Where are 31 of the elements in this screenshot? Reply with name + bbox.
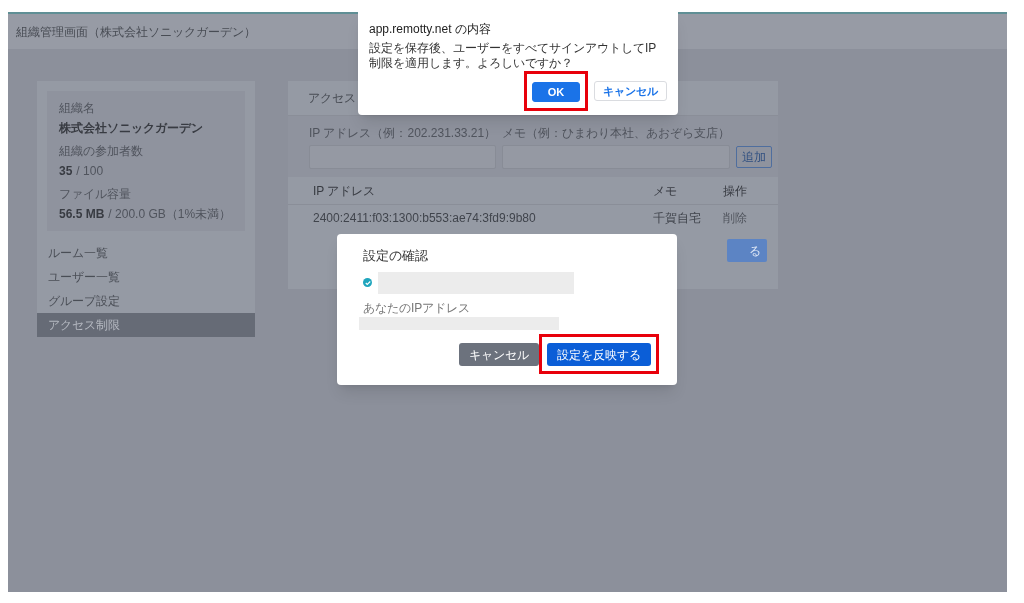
members-limit: / 100: [76, 163, 104, 180]
field-label: メモ（例：ひまわり本社、あおぞら支店）: [502, 125, 731, 142]
cancel-button[interactable]: キャンセル: [594, 81, 667, 101]
delete-link[interactable]: 削除: [723, 209, 753, 227]
sidebar-item[interactable]: グループ設定: [37, 289, 255, 313]
alert-message: 設定を保存後、ユーザーをすべてサインアウトしてIP制限を適用します。よろしいですか？: [369, 41, 658, 71]
table-cell-text: 2400:2411:f03:1300:b553:ae74:3fd9:9b80: [313, 210, 537, 227]
sidebar-item[interactable]: ユーザー一覧: [37, 265, 255, 289]
org-name-label: 組織名: [59, 100, 96, 117]
ip-label: あなたのIPアドレス: [363, 299, 472, 317]
sidebar-item[interactable]: ルーム一覧: [37, 241, 255, 265]
page-title: 組織管理画面（株式会社ソニックガーデン）: [16, 23, 256, 41]
save-button[interactable]: る: [727, 239, 767, 262]
add-button[interactable]: 追加: [736, 146, 773, 168]
alert-title: app.remotty.net の内容: [369, 21, 492, 38]
cancel-button[interactable]: キャンセル: [459, 343, 539, 366]
dialog-title: 設定の確認: [363, 247, 429, 265]
table-cell-text: 千賀自宅: [653, 210, 702, 227]
column-header: IP アドレス: [313, 182, 377, 200]
storage-used: 56.5 MB: [59, 206, 105, 223]
members-label: 組織の参加者数: [59, 143, 144, 160]
apply-settings-button[interactable]: 設定を反映する: [547, 343, 651, 366]
column-header: メモ: [653, 182, 678, 200]
section-heading: アクセス: [308, 90, 356, 107]
ok-button[interactable]: OK: [532, 82, 580, 103]
field-label: IP アドレス（例：202.231.33.21）: [309, 125, 497, 142]
members-count: 35: [59, 163, 73, 180]
column-header: 操作: [723, 182, 748, 200]
sidebar-item[interactable]: アクセス制限: [37, 313, 255, 337]
org-name: 株式会社ソニックガーデン: [59, 120, 204, 137]
storage-limit: / 200.0 GB（1%未満）: [108, 206, 232, 223]
